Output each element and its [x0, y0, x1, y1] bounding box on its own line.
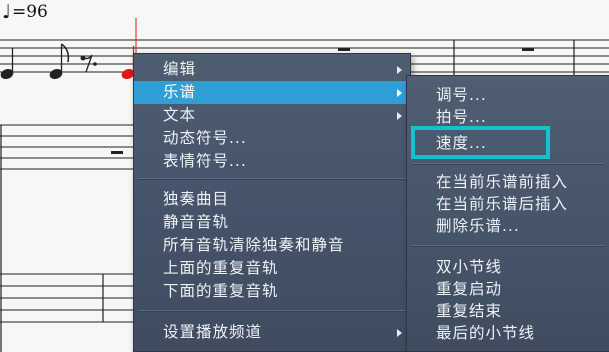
menu-item-label: 所有音轨清除独奏和静音 — [163, 236, 345, 254]
submenu-item-time-signature[interactable]: 拍号... — [407, 106, 609, 128]
submenu-item-label: 在当前乐谱后插入 — [436, 195, 569, 213]
menu-item-label: 文本 — [163, 106, 197, 124]
submenu-item-label: 调号... — [436, 86, 487, 104]
menu-item-label: 独奏曲目 — [163, 190, 230, 208]
menu-item-duplicate-track-below[interactable]: 下面的重复音轨 — [134, 280, 410, 303]
menu-item-edit[interactable]: 编辑 — [134, 58, 410, 81]
whole-rest — [522, 48, 534, 51]
menu-item-label: 编辑 — [163, 60, 197, 78]
menu-item-playback-channel[interactable]: 设置播放频道 — [134, 321, 410, 344]
submenu-arrow-icon — [397, 89, 402, 97]
menu-item-solo-track[interactable]: 独奏曲目 — [134, 188, 410, 211]
submenu-item-label: 在当前乐谱前插入 — [436, 173, 569, 191]
menu-item-duplicate-track-above[interactable]: 上面的重复音轨 — [134, 257, 410, 280]
menu-item-expressions[interactable]: 表情符号... — [134, 150, 410, 173]
menu-separator — [411, 245, 605, 247]
menu-item-label: 动态符号... — [163, 129, 247, 147]
submenu-item-label: 重复结束 — [436, 302, 503, 320]
submenu-item-double-barline[interactable]: 双小节线 — [407, 256, 609, 278]
note — [49, 43, 70, 80]
menu-item-text[interactable]: 文本 — [134, 104, 410, 127]
score-submenu: 调号... 拍号... 速度... 在当前乐谱前插入 在当前乐谱后插入 删除乐谱… — [406, 75, 609, 352]
submenu-item-repeat-start[interactable]: 重复启动 — [407, 278, 609, 300]
menu-item-label: 设置播放频道 — [163, 323, 263, 341]
submenu-arrow-icon — [397, 112, 402, 120]
menu-item-dynamics[interactable]: 动态符号... — [134, 127, 410, 150]
submenu-item-key-signature[interactable]: 调号... — [407, 84, 609, 106]
menu-separator — [411, 163, 605, 165]
menu-item-label: 乐谱 — [163, 83, 197, 101]
submenu-item-final-barline[interactable]: 最后的小节线 — [407, 322, 609, 344]
menu-item-label: 下面的重复音轨 — [163, 282, 279, 300]
submenu-item-label: 拍号... — [436, 108, 487, 126]
menu-item-label: 静音音轨 — [163, 213, 230, 231]
submenu-item-delete-score[interactable]: 删除乐谱... — [407, 215, 609, 237]
submenu-item-repeat-end[interactable]: 重复结束 — [407, 300, 609, 322]
menu-separator — [138, 310, 406, 312]
submenu-item-label: 删除乐谱... — [436, 217, 520, 235]
submenu-arrow-icon — [397, 66, 402, 74]
submenu-item-label: 最后的小节线 — [436, 324, 536, 342]
menu-item-label: 上面的重复音轨 — [163, 259, 279, 277]
submenu-item-label: 重复启动 — [436, 280, 503, 298]
whole-rest — [338, 48, 350, 51]
submenu-item-insert-before[interactable]: 在当前乐谱前插入 — [407, 171, 609, 193]
menu-separator — [138, 178, 406, 180]
menu-item-label: 表情符号... — [163, 152, 247, 170]
menu-item-score[interactable]: 乐谱 — [134, 81, 410, 104]
context-menu: 编辑 乐谱 文本 动态符号... 表情符号... 独奏曲目 静音音轨 所有音轨清… — [133, 53, 411, 352]
whole-rest — [111, 151, 123, 154]
submenu-item-label: 双小节线 — [436, 258, 503, 276]
submenu-item-insert-after[interactable]: 在当前乐谱后插入 — [407, 193, 609, 215]
menu-item-mute-track[interactable]: 静音音轨 — [134, 211, 410, 234]
menu-item-clear-solo-mute[interactable]: 所有音轨清除独奏和静音 — [134, 234, 410, 257]
submenu-arrow-icon — [397, 329, 402, 337]
annotation-highlight-box — [411, 126, 550, 159]
